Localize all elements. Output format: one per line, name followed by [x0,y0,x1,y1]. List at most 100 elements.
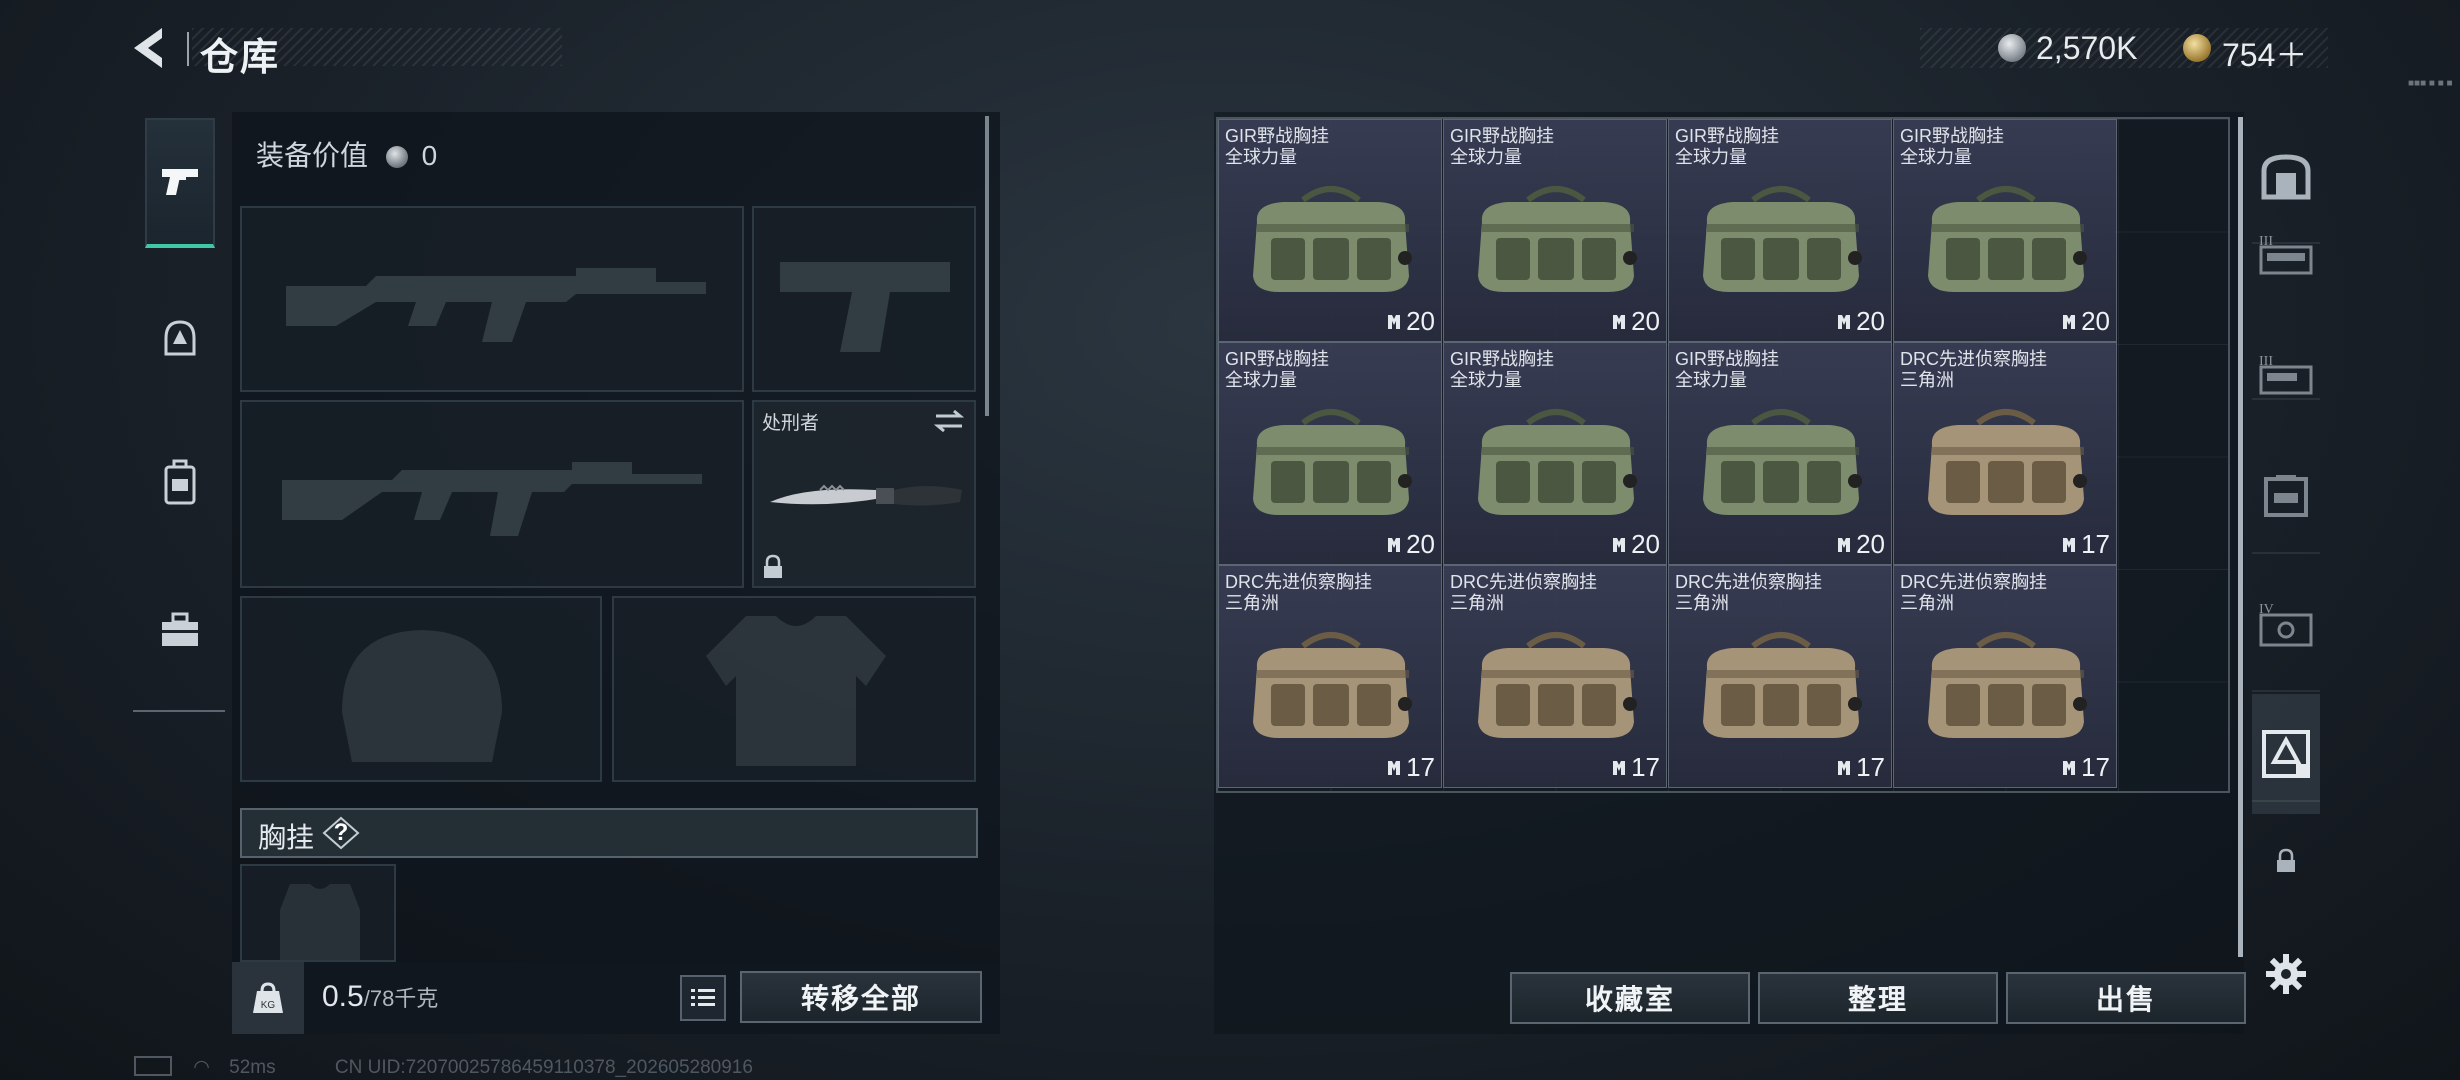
storage-tab-4[interactable] [2252,440,2320,550]
item-name: GIR野战胸挂 全球力量 [1675,349,1779,391]
item-count: 20 [2081,306,2110,336]
storage-item[interactable]: GIR野战胸挂 全球力量 20 [1218,342,1442,565]
swap-icon[interactable] [932,408,966,434]
item-name: DRC先进侦察胸挂 三角洲 [1450,572,1597,614]
helmet-slot[interactable] [240,596,602,782]
item-durability: 17 [1836,752,1885,783]
durability-icon [2063,760,2076,775]
chest-rig-bag-icon [1253,632,1412,738]
secondary-weapon-slot[interactable] [240,400,744,588]
pistol-icon [162,169,198,195]
rifle-silhouette-icon [282,462,702,536]
primary-weapon-slot[interactable] [240,206,744,392]
item-name-line1: GIR野战胸挂 [1675,349,1780,369]
chest-rig-bag-icon [1478,409,1637,515]
storage-scrollbar[interactable] [2238,117,2243,957]
equipment-value-label: 装备价值 [256,140,369,171]
help-label: ? [333,819,349,846]
storage-item[interactable]: DRC先进侦察胸挂 三角洲 17 [1893,565,2117,788]
item-name-line2: 全球力量 [1675,370,1747,390]
gold-currency-amount[interactable]: 754＋ [2222,30,2307,76]
storage-item[interactable]: GIR野战胸挂 全球力量 20 [1218,119,1442,342]
storage-item[interactable]: GIR野战胸挂 全球力量 20 [1893,119,2117,342]
item-name-line2: 全球力量 [1450,370,1522,390]
melee-name: 处刑者 [762,413,820,434]
pistol-silhouette-icon [780,262,950,352]
gear-icon [2266,954,2306,994]
back-button[interactable] [128,22,180,74]
storage-tab-3[interactable]: III [2252,320,2320,430]
tab-bags[interactable] [145,418,215,548]
tab-separator [2252,800,2320,802]
sell-button[interactable]: 出售 [2006,972,2246,1024]
tab-tools[interactable] [145,565,215,695]
item-name: GIR野战胸挂 全球力量 [1675,126,1779,168]
item-name-line1: DRC先进侦察胸挂 [1675,572,1822,592]
pistol-slot[interactable] [752,206,976,392]
item-name-line1: GIR野战胸挂 [1675,126,1780,146]
knife-icon [770,484,962,506]
storage-tab-locked[interactable] [2252,816,2320,906]
storage-item[interactable]: DRC先进侦察胸挂 三角洲 17 [1893,342,2117,565]
armor-silhouette-icon [706,616,886,766]
storage-item[interactable]: GIR野战胸挂 全球力量 20 [1443,342,1667,565]
helmet-icon [164,320,196,356]
item-name-line1: GIR野战胸挂 [1225,349,1330,369]
storage-tab-6[interactable] [2252,694,2320,814]
item-name: GIR野战胸挂 全球力量 [1225,126,1329,168]
storage-item[interactable]: GIR野战胸挂 全球力量 20 [1443,119,1667,342]
storage-grid: GIR野战胸挂 全球力量 20 GIR野战胸挂 全球力量 20 GIR野战胸挂 全球力量 20 G… [1216,117,2230,793]
list-icon [691,989,715,1006]
collection-room-button[interactable]: 收藏室 [1510,972,1750,1024]
silver-currency-amount: 2,570K [2036,30,2138,66]
storage-item[interactable]: GIR野战胸挂 全球力量 20 [1668,119,1892,342]
tab-armor[interactable] [145,275,215,405]
durability-icon [1838,760,1851,775]
storage-1-icon: III [2259,234,2313,275]
storage-item[interactable]: DRC先进侦察胸挂 三角洲 17 [1668,565,1892,788]
chest-rig-slot[interactable] [240,864,396,962]
item-name-line1: DRC先进侦察胸挂 [1225,572,1372,592]
item-name-line2: 三角洲 [1225,593,1279,613]
item-name-line1: GIR野战胸挂 [1225,126,1330,146]
tab-separator [2252,552,2320,554]
equipment-value-amount: 0 [421,140,438,171]
lock-icon [764,554,782,578]
settings-button[interactable] [2264,952,2308,996]
storage-item[interactable]: DRC先进侦察胸挂 三角洲 17 [1218,565,1442,788]
equipment-value: 装备价值 0 [256,134,437,174]
item-durability: 17 [2061,529,2110,560]
battery-icon [134,1056,172,1076]
durability-icon [1613,314,1626,329]
weight-badge: KG [232,962,304,1034]
chest-rig-bag-icon [1478,632,1637,738]
durability-icon [1838,314,1851,329]
melee-slot[interactable]: 处刑者 [752,400,976,588]
item-count: 20 [1856,306,1885,336]
durability-icon [1613,760,1626,775]
tab-weapons[interactable] [145,118,215,248]
weight-current: 0.5 [322,980,364,1013]
storage-tab-2[interactable]: III [2252,200,2320,310]
storage-item[interactable]: GIR野战胸挂 全球力量 20 [1668,342,1892,565]
storage-tab-5[interactable]: IV [2252,570,2320,680]
version-text: ■■■ ■ ■ ■ [2408,78,2453,89]
item-name: GIR野战胸挂 全球力量 [1225,349,1329,391]
item-name: DRC先进侦察胸挂 三角洲 [1225,572,1372,614]
item-count: 20 [1631,529,1660,559]
item-name-line2: 全球力量 [1225,147,1297,167]
list-view-button[interactable] [680,975,726,1021]
weight-max: /78千克 [363,986,439,1011]
help-button[interactable]: ? [322,816,360,850]
item-name-line2: 三角洲 [1450,593,1504,613]
loadout-scrollbar[interactable] [985,116,989,416]
storage-item[interactable]: DRC先进侦察胸挂 三角洲 17 [1443,565,1667,788]
body-armor-slot[interactable] [612,596,976,782]
item-name-line1: DRC先进侦察胸挂 [1450,572,1597,592]
sort-button[interactable]: 整理 [1758,972,1998,1024]
item-durability: 20 [1386,529,1435,560]
item-name: GIR野战胸挂 全球力量 [1450,126,1554,168]
transfer-all-button[interactable]: 转移全部 [740,971,982,1023]
item-count: 17 [2081,752,2110,782]
item-name-line2: 全球力量 [1675,147,1747,167]
